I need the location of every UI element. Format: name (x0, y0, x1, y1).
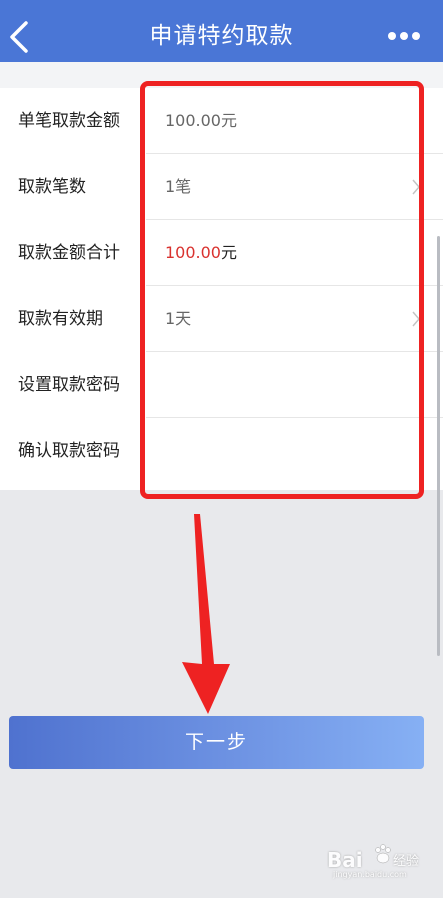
validity-label: 取款有效期 (18, 309, 103, 329)
count-label: 取款笔数 (18, 177, 86, 197)
more-horizontal-icon[interactable] (387, 28, 421, 44)
paw-logo-icon (375, 844, 391, 864)
watermark-suffix: 经验 (393, 854, 420, 869)
arrow-down-annotation-icon (182, 514, 230, 714)
baidu-watermark: Bai 经验 jingyan.baidu.com (327, 840, 419, 880)
confirm-password-label: 确认取款密码 (18, 441, 120, 461)
watermark-url: jingyan.baidu.com (333, 870, 407, 879)
watermark-brand: Bai (327, 848, 363, 872)
next-step-button[interactable]: 下一步 (9, 716, 424, 769)
single-amount-label: 单笔取款金额 (18, 111, 120, 131)
scrollbar[interactable] (437, 236, 440, 656)
set-password-label: 设置取款密码 (18, 375, 120, 395)
highlight-annotation-box (140, 81, 424, 499)
total-label: 取款金额合计 (18, 243, 120, 263)
